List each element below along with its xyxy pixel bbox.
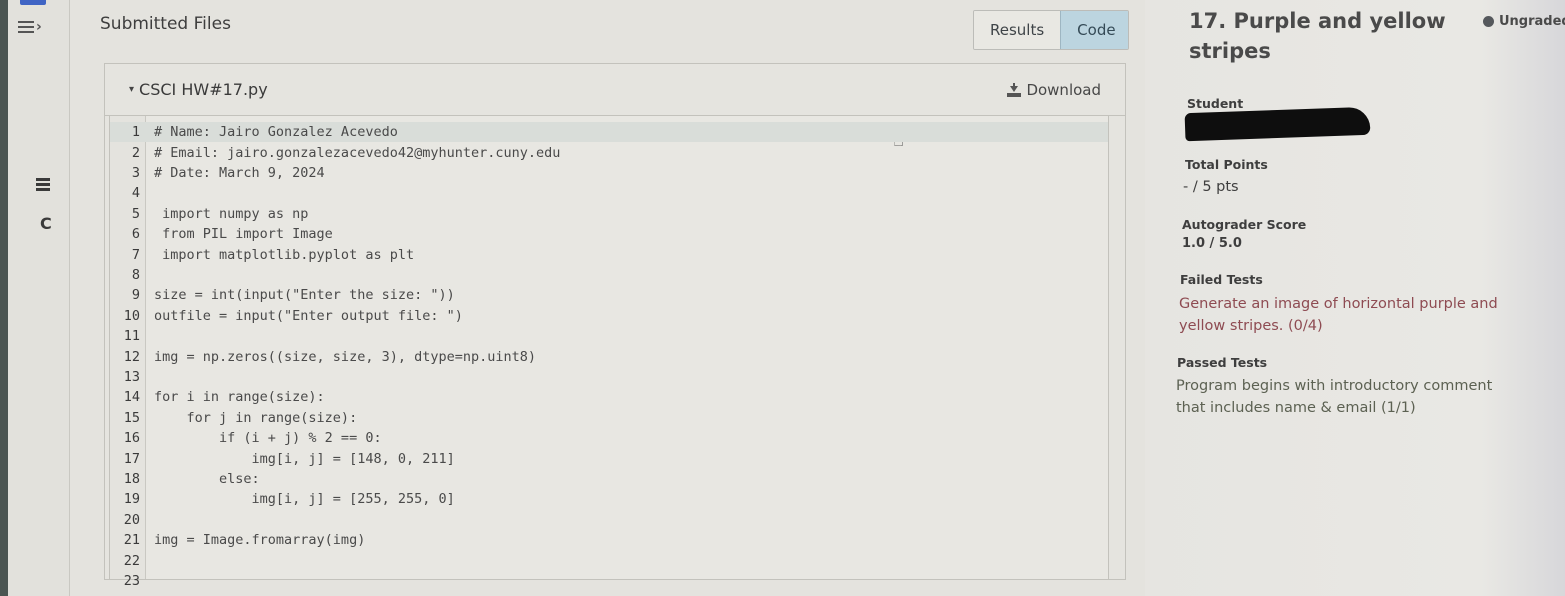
total-points-label: Total Points [1185,157,1268,172]
code-line[interactable]: 15 for j in range(size): [110,408,1108,428]
passed-test-item[interactable]: Program begins with introductory comment… [1176,375,1526,419]
line-number: 7 [131,246,140,263]
question-title: 17. Purple and yellow stripes [1189,9,1446,63]
tab-results[interactable]: Results [974,11,1061,49]
line-number: 8 [131,266,140,283]
code-line[interactable]: 21 img = Image.fromarray(img) [110,530,1108,550]
code-line[interactable]: 22 [110,550,1108,570]
line-number: 13 [123,368,140,385]
app-logo-sliver [20,0,46,5]
line-number: 18 [123,470,140,487]
list-icon[interactable] [36,178,50,192]
code-text: for i in range(size): [154,389,325,406]
file-name: CSCI HW#17.py [139,80,268,99]
code-text: from PIL import Image [154,226,333,243]
chevron-right-icon: › [36,19,42,35]
total-points-value: - / 5 pts [1183,179,1239,195]
line-number: 11 [123,328,140,345]
line-number: 3 [131,164,140,181]
download-label: Download [1026,80,1101,99]
file-header: ▾ CSCI HW#17.py Download [105,64,1125,116]
code-text: # Name: Jairo Gonzalez Acevedo [154,124,398,141]
line-number: 17 [123,450,140,467]
code-line[interactable]: 20 [110,510,1108,530]
line-number: 10 [123,307,140,324]
code-text: img[i, j] = [255, 255, 0] [154,491,455,508]
code-text: import numpy as np [154,205,309,222]
sidebar: › C [8,0,70,596]
line-number: 6 [131,226,140,243]
line-number: 20 [123,511,140,528]
code-line[interactable]: 2 # Email: jairo.gonzalezacevedo42@myhunt… [110,142,1108,162]
question-details-panel: 17. Purple and yellow stripes Ungraded S… [1145,0,1565,596]
code-text: size = int(input("Enter the size: ")) [154,287,455,304]
autograder-score-label: Autograder Score [1182,217,1307,232]
line-number: 1 [131,124,140,141]
line-number: 19 [123,491,140,508]
download-button[interactable]: Download [1007,81,1101,99]
code-line[interactable]: 23 [110,571,1108,591]
failed-tests-label: Failed Tests [1180,272,1263,287]
status-text: Ungraded [1499,14,1565,29]
line-number: 15 [123,409,140,426]
hamburger-icon [18,21,34,33]
main-content: Submitted Files Results Code ▾ CSCI HW#1… [70,0,1145,596]
code-line[interactable]: 12 img = np.zeros((size, size, 3), dtype=… [110,346,1108,366]
line-number: 16 [123,430,140,447]
code-line[interactable]: 7 import matplotlib.pyplot as plt [110,244,1108,264]
line-number: 21 [123,532,140,549]
line-number: 12 [123,348,140,365]
code-line[interactable]: 11 [110,326,1108,346]
code-text: else: [154,470,260,487]
code-line[interactable]: 14 for i in range(size): [110,387,1108,407]
tab-code[interactable]: Code [1060,11,1129,49]
file-panel: ▾ CSCI HW#17.py Download ☝ 1# Name: Jair… [104,63,1126,589]
autograder-score-value: 1.0 / 5.0 [1182,236,1242,251]
code-text: if (i + j) % 2 == 0: [154,430,382,447]
code-line[interactable]: 18 else: [110,469,1108,489]
view-toggle: Results Code [973,10,1130,50]
code-line[interactable]: 6 from PIL import Image [110,224,1108,244]
code-line[interactable]: 16 if (i + j) % 2 == 0: [110,428,1108,448]
code-text: import matplotlib.pyplot as plt [154,246,415,263]
code-line[interactable]: 9 size = int(input("Enter the size: ")) [110,285,1108,305]
line-number: 5 [131,205,140,222]
code-text: img = np.zeros((size, size, 3), dtype=np… [154,348,537,365]
code-text: outfile = input("Enter output file: ") [154,307,463,324]
code-line[interactable]: 4 [110,183,1108,203]
status-badge: Ungraded [1483,14,1565,29]
code-viewer[interactable]: ☝ 1# Name: Jairo Gonzalez Acevedo2# Emai… [109,116,1109,589]
file-collapse-toggle[interactable]: ▾ CSCI HW#17.py [129,80,268,99]
student-name-redacted [1184,106,1371,142]
code-text: img = Image.fromarray(img) [154,532,366,549]
code-line[interactable]: 13 [110,367,1108,387]
page-title: Submitted Files [100,14,231,34]
code-line[interactable]: 1 # Name: Jairo Gonzalez Acevedo [110,122,1108,143]
code-line[interactable]: 8 [110,265,1108,285]
line-number: 14 [123,389,140,406]
code-line[interactable]: 10 outfile = input("Enter output file: ") [110,306,1108,326]
student-label: Student [1187,96,1244,111]
window-edge [0,0,8,596]
status-dot-icon [1483,16,1494,27]
code-line[interactable]: 19 img[i, j] = [255, 255, 0] [110,489,1108,509]
line-number: 9 [131,287,140,304]
code-text: img[i, j] = [148, 0, 211] [154,450,455,467]
code-line[interactable]: 5 import numpy as np [110,204,1108,224]
download-icon [1007,82,1022,97]
reload-icon[interactable]: C [40,214,52,233]
failed-test-item[interactable]: Generate an image of horizontal purple a… [1179,293,1539,337]
caret-down-icon: ▾ [129,84,135,95]
line-number: 23 [123,572,140,589]
code-text: # Date: March 9, 2024 [154,164,325,181]
passed-tests-label: Passed Tests [1177,355,1268,370]
code-text: # Email: jairo.gonzalezacevedo42@myhunte… [154,144,561,161]
sidebar-toggle-button[interactable]: › [18,14,58,40]
code-text: for j in range(size): [154,409,358,426]
code-line[interactable]: 3 # Date: March 9, 2024 [110,163,1108,183]
line-number: 22 [123,552,140,569]
line-number: 4 [131,185,140,202]
line-number: 2 [131,144,140,161]
code-line[interactable]: 17 img[i, j] = [148, 0, 211] [110,448,1108,468]
